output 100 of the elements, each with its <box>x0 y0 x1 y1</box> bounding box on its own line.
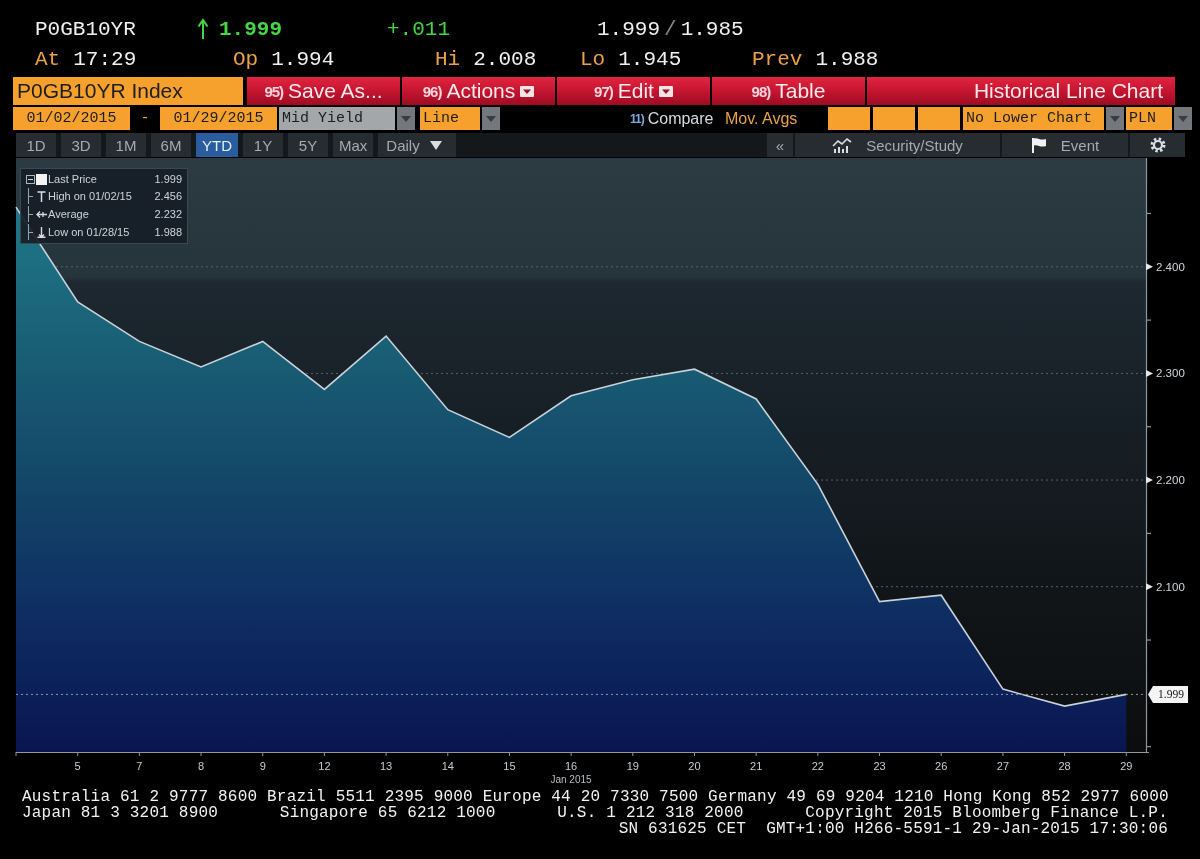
settings-icon <box>1149 137 1166 153</box>
chart-icon <box>832 137 853 153</box>
caret-icon <box>429 140 442 150</box>
event-button[interactable]: Event <box>1002 133 1128 157</box>
x-tick-label: 23 <box>873 760 886 772</box>
toolbar-button[interactable]: 95) Save As... <box>247 77 400 105</box>
separator-text: / <box>664 17 677 41</box>
lower-chart-select[interactable]: No Lower Chart <box>963 107 1104 130</box>
input-field[interactable] <box>873 107 915 130</box>
input-field[interactable] <box>918 107 960 130</box>
input-field[interactable] <box>828 107 870 130</box>
y-tick-label: 2.200 <box>1156 474 1185 487</box>
period-tab[interactable]: Max <box>333 133 374 157</box>
x-tick-label: 12 <box>318 760 331 772</box>
left-arrow-icon <box>36 210 47 218</box>
legend-value: 2.456 <box>154 190 182 202</box>
x-tick-label: 14 <box>441 760 454 772</box>
period-tab[interactable]: 3D <box>61 133 101 157</box>
x-tick-label: 20 <box>688 760 701 772</box>
footer-text: GMT+1:00 H266-5591-1 29-Jan-2015 17:30:06 <box>766 821 1168 837</box>
dropdown-button[interactable] <box>397 107 415 130</box>
caret-icon <box>486 115 496 122</box>
legend-value: 2.232 <box>154 208 182 220</box>
toolbar-button[interactable]: 96) Actions <box>402 77 555 105</box>
stat-label: At <box>35 47 61 71</box>
security-field[interactable]: P0GB10YR Index <box>13 77 243 105</box>
stat-label: Prev <box>752 47 803 71</box>
stat-label: Op <box>233 47 259 71</box>
toolbar-button[interactable]: 97) Edit <box>557 77 710 105</box>
x-tick-label: 8 <box>198 760 205 772</box>
top-bar-icon <box>37 190 46 202</box>
footer-text: SN 631625 CET <box>618 821 747 837</box>
date-separator: - <box>139 110 151 127</box>
chart-type-select[interactable]: Line <box>420 107 480 130</box>
dropdown-button[interactable] <box>482 107 500 130</box>
period-tab[interactable]: 1D <box>16 133 56 157</box>
collapse-icon[interactable] <box>25 174 35 184</box>
footer-text: Japan 81 3 3201 8900 <box>22 805 219 821</box>
caret-icon <box>1110 115 1120 122</box>
legend-label: Last Price <box>48 173 98 185</box>
x-tick-label: 16 <box>565 760 578 772</box>
bottom-bar-icon <box>37 226 46 238</box>
frequency-select[interactable]: Daily <box>378 133 456 157</box>
stat-value: 2.008 <box>473 47 537 71</box>
stat-label: Lo <box>580 47 606 71</box>
x-tick-label: 9 <box>259 760 266 772</box>
field-select[interactable]: Mid Yield <box>279 107 395 130</box>
x-tick-label: 27 <box>996 760 1009 772</box>
period-tab[interactable]: 1M <box>106 133 146 157</box>
security-study-button[interactable]: Security/Study <box>795 133 1000 157</box>
bid-price: 1.999 <box>597 17 660 41</box>
screen-title: Historical Line Chart <box>867 77 1175 105</box>
stat-value: 1.994 <box>271 47 335 71</box>
moving-averages-link[interactable]: Mov. Avgs <box>725 109 828 128</box>
period-tab[interactable]: 6M <box>151 133 191 157</box>
price-change: +.011 <box>387 17 451 41</box>
stat-value: 1.945 <box>618 47 682 71</box>
stat-value: 1.988 <box>815 47 879 71</box>
last-price-tag: 1.999 <box>1148 685 1188 703</box>
flag-icon <box>1030 137 1047 153</box>
footer-text: Copyright 2015 Bloomberg Finance L.P. <box>805 805 1168 821</box>
x-axis-title: Jan 2015 <box>550 774 592 785</box>
collapse-button[interactable]: « <box>767 133 793 157</box>
x-tick-label: 29 <box>1120 760 1133 772</box>
square-icon <box>36 173 47 185</box>
caret-icon <box>1178 115 1188 122</box>
start-date-field[interactable]: 01/02/2015 <box>13 107 130 130</box>
toolbar-button[interactable]: 98) Table <box>712 77 865 105</box>
legend-label: Average <box>48 208 90 220</box>
period-tab[interactable]: 5Y <box>288 133 328 157</box>
x-tick-label: 28 <box>1058 760 1071 772</box>
y-tick-label: 2.400 <box>1156 260 1185 273</box>
footer-text: Singapore 65 6212 1000 <box>279 805 496 821</box>
ref-line-label: 1.999 <box>1158 688 1185 701</box>
y-tick-label: 2.300 <box>1156 367 1185 380</box>
stat-label: Hi <box>435 47 461 71</box>
legend-label: High on 01/02/15 <box>48 190 133 202</box>
legend-label: Low on 01/28/15 <box>48 226 131 238</box>
dropdown-button[interactable] <box>1174 107 1192 130</box>
x-tick-label: 13 <box>379 760 393 772</box>
x-tick-label: 7 <box>136 760 143 772</box>
dropdown-button[interactable] <box>1106 107 1124 130</box>
compare-link[interactable]: 11) Compare <box>630 109 725 128</box>
legend-value: 1.999 <box>154 173 182 185</box>
period-tab[interactable]: YTD <box>196 133 238 157</box>
x-tick-label: 15 <box>503 760 516 772</box>
footer-text: Australia 61 2 9777 8600 Brazil 5511 2395 9000 Europe 44 20 7330 7500 Germany 49 69 9204 1210 Hong Kong 852 2977 6000 <box>22 789 1169 805</box>
stat-value: 17:29 <box>73 47 137 71</box>
period-tab[interactable]: 1Y <box>243 133 283 157</box>
x-tick-label: 21 <box>750 760 763 772</box>
legend-value: 1.988 <box>154 226 182 238</box>
currency-select[interactable]: PLN <box>1126 107 1172 130</box>
settings-button[interactable] <box>1130 133 1185 157</box>
x-tick-label: 19 <box>626 760 639 772</box>
end-date-field[interactable]: 01/29/2015 <box>160 107 277 130</box>
x-tick-label: 5 <box>74 760 81 772</box>
x-tick-label: 26 <box>935 760 948 772</box>
footer-text: U.S. 1 212 318 2000 <box>557 805 744 821</box>
ask-price: 1.985 <box>680 17 744 41</box>
x-tick-label: 22 <box>811 760 824 772</box>
